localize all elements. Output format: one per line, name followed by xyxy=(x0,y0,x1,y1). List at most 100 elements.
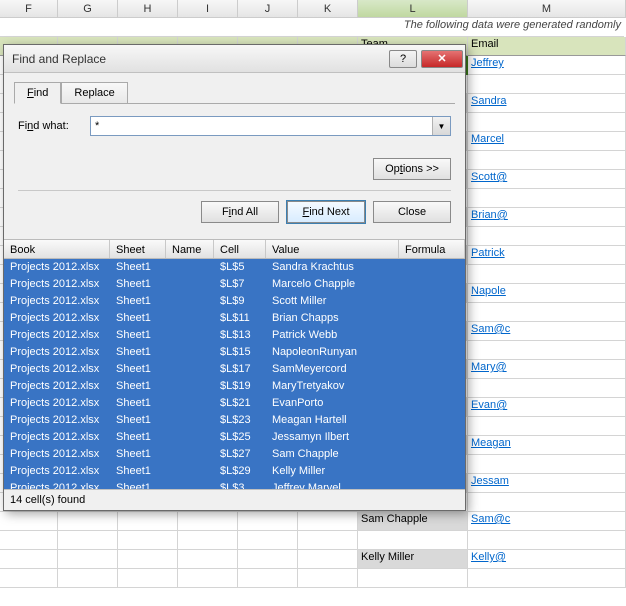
result-row[interactable]: Projects 2012.xlsxSheet1$L$3Jeffrey Marv… xyxy=(4,480,465,489)
cell-empty[interactable] xyxy=(298,531,358,550)
cell-team[interactable]: Kelly Miller xyxy=(358,550,468,569)
email-link[interactable]: Sandra xyxy=(471,95,506,107)
column-header-f[interactable]: F xyxy=(0,0,58,17)
cell-empty[interactable] xyxy=(178,531,238,550)
cell-empty[interactable] xyxy=(468,341,626,360)
results-list[interactable]: Projects 2012.xlsxSheet1$L$5Sandra Krach… xyxy=(4,259,465,489)
column-header-h[interactable]: H xyxy=(118,0,178,17)
email-link[interactable]: Napole xyxy=(471,285,506,297)
cell-empty[interactable] xyxy=(178,512,238,531)
cell-empty[interactable] xyxy=(0,531,58,550)
cell-team[interactable]: Sam Chapple xyxy=(358,512,468,531)
cell-empty[interactable] xyxy=(468,417,626,436)
col-book[interactable]: Book xyxy=(4,240,110,258)
cell-empty[interactable] xyxy=(468,113,626,132)
cell-empty[interactable] xyxy=(468,303,626,322)
tab-replace[interactable]: Replace xyxy=(61,82,127,104)
cell-email[interactable]: Meagan xyxy=(468,436,626,455)
cell-empty[interactable] xyxy=(58,569,118,588)
email-link[interactable]: Sam@c xyxy=(471,323,510,335)
col-formula[interactable]: Formula xyxy=(399,240,465,258)
find-all-button[interactable]: Find All xyxy=(201,201,279,223)
cell-empty[interactable] xyxy=(238,550,298,569)
email-link[interactable]: Kelly@ xyxy=(471,551,506,563)
cell-empty[interactable] xyxy=(238,569,298,588)
column-header-m[interactable]: M xyxy=(468,0,626,17)
header-cell[interactable]: Email xyxy=(468,37,626,56)
email-link[interactable]: Meagan xyxy=(471,437,511,449)
cell-email[interactable]: Sandra xyxy=(468,94,626,113)
email-link[interactable]: Evan@ xyxy=(471,399,507,411)
cell-empty[interactable] xyxy=(178,569,238,588)
col-sheet[interactable]: Sheet xyxy=(110,240,166,258)
find-next-button[interactable]: Find Next xyxy=(287,201,365,223)
column-header-g[interactable]: G xyxy=(58,0,118,17)
column-header-l[interactable]: L xyxy=(358,0,468,17)
col-name[interactable]: Name xyxy=(166,240,214,258)
cell-email[interactable]: Sam@c xyxy=(468,322,626,341)
cell-empty[interactable] xyxy=(0,550,58,569)
cell-empty[interactable] xyxy=(468,455,626,474)
email-link[interactable]: Patrick xyxy=(471,247,505,259)
email-link[interactable]: Mary@ xyxy=(471,361,507,373)
result-row[interactable]: Projects 2012.xlsxSheet1$L$21EvanPorto xyxy=(4,395,465,412)
window-close-button[interactable]: ✕ xyxy=(421,50,463,68)
email-link[interactable]: Sam@c xyxy=(471,513,510,525)
result-row[interactable]: Projects 2012.xlsxSheet1$L$11Brian Chapp… xyxy=(4,310,465,327)
cell-email[interactable]: Evan@ xyxy=(468,398,626,417)
dialog-titlebar[interactable]: Find and Replace ? ✕ xyxy=(4,45,465,73)
cell-empty[interactable] xyxy=(118,550,178,569)
cell-empty[interactable] xyxy=(298,550,358,569)
cell-empty[interactable] xyxy=(298,569,358,588)
col-cell[interactable]: Cell xyxy=(214,240,266,258)
cell-email[interactable]: Kelly@ xyxy=(468,550,626,569)
result-row[interactable]: Projects 2012.xlsxSheet1$L$9Scott Miller xyxy=(4,293,465,310)
column-header-i[interactable]: I xyxy=(178,0,238,17)
email-link[interactable]: Brian@ xyxy=(471,209,508,221)
cell-empty[interactable] xyxy=(58,512,118,531)
cell-empty[interactable] xyxy=(0,512,58,531)
help-button[interactable]: ? xyxy=(389,50,417,68)
results-header[interactable]: Book Sheet Name Cell Value Formula xyxy=(4,239,465,259)
cell-email[interactable]: Mary@ xyxy=(468,360,626,379)
cell-empty[interactable] xyxy=(468,531,626,550)
cell-empty[interactable] xyxy=(118,569,178,588)
result-row[interactable]: Projects 2012.xlsxSheet1$L$29Kelly Mille… xyxy=(4,463,465,480)
result-row[interactable]: Projects 2012.xlsxSheet1$L$13Patrick Web… xyxy=(4,327,465,344)
result-row[interactable]: Projects 2012.xlsxSheet1$L$17SamMeyercor… xyxy=(4,361,465,378)
find-what-combo[interactable]: ▼ xyxy=(90,116,451,136)
cell-empty[interactable] xyxy=(238,531,298,550)
cell-empty[interactable] xyxy=(468,75,626,94)
cell-empty[interactable] xyxy=(468,151,626,170)
cell-email[interactable]: Brian@ xyxy=(468,208,626,227)
cell-empty[interactable] xyxy=(358,531,468,550)
cell-empty[interactable] xyxy=(468,265,626,284)
col-value[interactable]: Value xyxy=(266,240,399,258)
cell-email[interactable]: Jessam xyxy=(468,474,626,493)
cell-empty[interactable] xyxy=(468,379,626,398)
cell-empty[interactable] xyxy=(298,512,358,531)
email-link[interactable]: Marcel xyxy=(471,133,504,145)
cell-empty[interactable] xyxy=(58,531,118,550)
cell-email[interactable]: Patrick xyxy=(468,246,626,265)
cell-empty[interactable] xyxy=(238,512,298,531)
cell-empty[interactable] xyxy=(468,227,626,246)
cell-email[interactable]: Napole xyxy=(468,284,626,303)
result-row[interactable]: Projects 2012.xlsxSheet1$L$25Jessamyn Il… xyxy=(4,429,465,446)
find-what-input[interactable] xyxy=(91,117,432,135)
email-link[interactable]: Jeffrey xyxy=(471,57,504,69)
cell-empty[interactable] xyxy=(118,531,178,550)
result-row[interactable]: Projects 2012.xlsxSheet1$L$27Sam Chapple xyxy=(4,446,465,463)
cell-empty[interactable] xyxy=(468,569,626,588)
find-what-dropdown[interactable]: ▼ xyxy=(432,117,450,135)
result-row[interactable]: Projects 2012.xlsxSheet1$L$7Marcelo Chap… xyxy=(4,276,465,293)
cell-empty[interactable] xyxy=(0,569,58,588)
email-link[interactable]: Jessam xyxy=(471,475,509,487)
column-header-k[interactable]: K xyxy=(298,0,358,17)
cell-empty[interactable] xyxy=(118,512,178,531)
cell-email[interactable]: Sam@c xyxy=(468,512,626,531)
cell-email[interactable]: Marcel xyxy=(468,132,626,151)
cell-empty[interactable] xyxy=(358,569,468,588)
cell-email[interactable]: Jeffrey xyxy=(468,56,626,75)
cell-empty[interactable] xyxy=(468,493,626,512)
